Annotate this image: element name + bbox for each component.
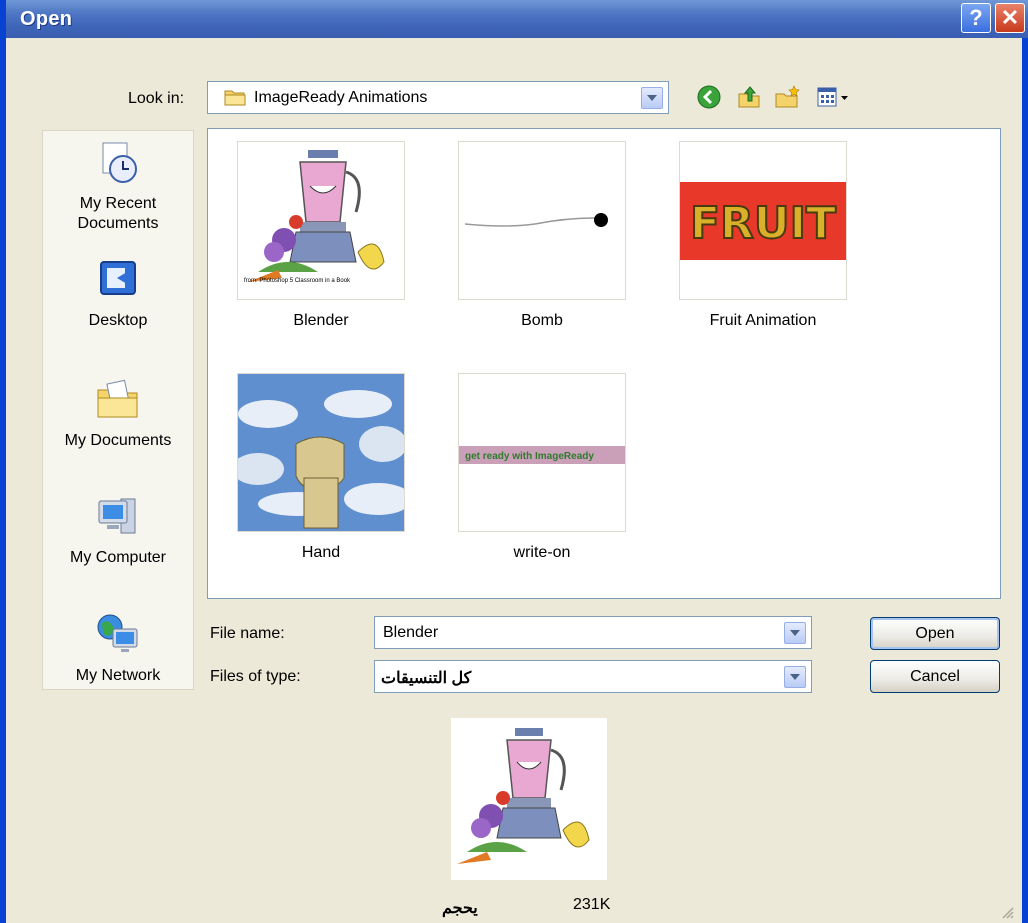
file-name: Bomb [521,312,563,329]
help-button[interactable]: ? [961,3,991,33]
preview-label: يحجم [442,900,478,917]
blender-caption: from: Photoshop 5 Classroom in a Book [244,278,351,284]
place-my-network[interactable]: My Network [43,611,193,686]
new-folder-icon[interactable] [774,84,800,110]
file-name-field[interactable]: Blender [374,616,812,649]
file-name-value: Blender [383,624,439,641]
place-recent-documents[interactable]: My Recent Documents [43,139,193,234]
file-type-dropdown[interactable]: كل التنسيقات [374,660,812,693]
file-name-label: File name: [210,625,285,642]
fruit-banner-text: FRUIT [690,198,836,249]
chevron-down-icon[interactable] [641,87,663,109]
fruit-thumbnail: FRUIT [679,141,847,300]
recent-documents-icon [102,142,137,183]
window-title: Open [20,8,73,30]
write-on-thumbnail: get ready with ImageReady [458,373,626,532]
up-folder-icon[interactable] [736,84,762,110]
cancel-button[interactable]: Cancel [870,660,1000,693]
place-my-computer[interactable]: My Computer [43,493,193,568]
preview-size: 231K [573,896,611,913]
my-network-icon [97,614,138,652]
views-menu-icon[interactable] [816,84,850,110]
close-button[interactable]: ✕ [995,3,1025,33]
my-computer-icon [98,498,136,534]
place-my-documents[interactable]: My Documents [43,376,193,451]
open-button[interactable]: Open [870,617,1000,650]
file-item-hand[interactable]: Hand [236,373,406,562]
place-label: My Network [75,667,161,684]
blender-thumbnail: from: Photoshop 5 Classroom in a Book [237,141,405,300]
place-label: My Documents [64,432,172,449]
my-documents-icon [97,379,138,418]
write-on-banner-text: get ready with ImageReady [465,451,594,462]
file-type-value: كل التنسيقات [381,670,472,687]
chevron-down-icon[interactable] [784,622,806,644]
file-item-blender[interactable]: from: Photoshop 5 Classroom in a Book Bl… [236,141,406,330]
desktop-icon [100,261,136,295]
place-label: My Recent Documents [77,195,159,232]
chevron-down-icon[interactable] [784,666,806,688]
title-bar[interactable]: Open ? ✕ [6,0,1028,38]
places-bar: My Recent Documents Desktop My Documents [42,130,194,690]
look-in-value: ImageReady Animations [254,89,428,106]
open-dialog: Open ? ✕ Look in: ImageReady Animations [0,0,1028,923]
place-label: My Computer [69,549,167,566]
file-list[interactable]: from: Photoshop 5 Classroom in a Book Bl… [207,128,1001,599]
file-item-write-on[interactable]: get ready with ImageReady write-on [457,373,627,562]
file-item-fruit-animation[interactable]: FRUIT Fruit Animation [678,141,848,330]
file-name: Hand [301,544,341,561]
resize-grip-icon[interactable] [1000,905,1014,919]
folder-icon [224,90,246,106]
back-arrow-icon[interactable] [696,84,722,110]
file-name: Blender [293,312,349,329]
bomb-thumbnail [458,141,626,300]
place-desktop[interactable]: Desktop [43,256,193,331]
place-label: Desktop [88,312,148,329]
hand-thumbnail [237,373,405,532]
file-type-label: Files of type: [210,668,301,685]
file-name: write-on [513,544,571,561]
file-item-bomb[interactable]: Bomb [457,141,627,330]
look-in-dropdown[interactable]: ImageReady Animations [207,81,669,114]
file-name: Fruit Animation [709,312,817,329]
look-in-label: Look in: [128,90,185,107]
preview-image [451,718,607,880]
